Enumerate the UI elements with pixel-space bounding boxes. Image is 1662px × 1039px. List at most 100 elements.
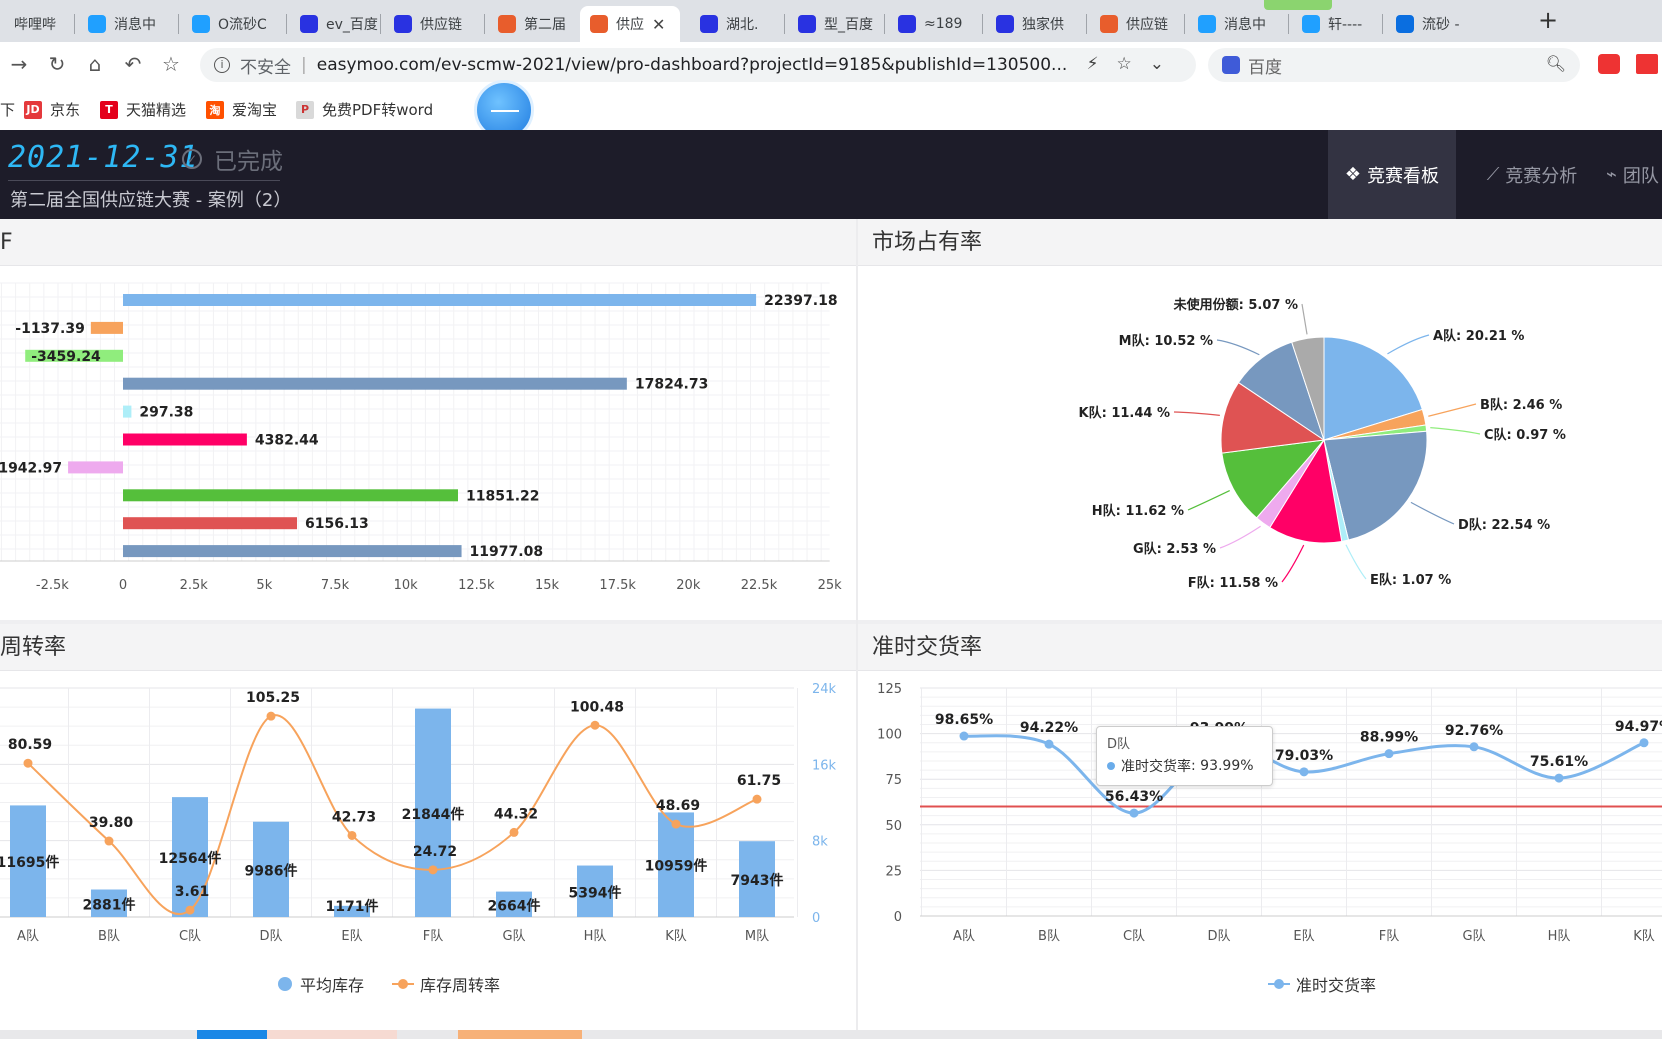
x-category-label: C队 bbox=[1123, 929, 1145, 944]
ontime-value-label: 88.99% bbox=[1360, 730, 1418, 746]
browser-tab[interactable]: ≈189 bbox=[888, 6, 978, 42]
bookmark-item[interactable]: T 天猫精选 bbox=[100, 99, 186, 120]
search-icon[interactable]: 🔍︎ bbox=[1546, 54, 1566, 73]
legend-avg-inventory[interactable]: 平均库存 bbox=[278, 972, 364, 996]
nav-tab-dashboard[interactable]: ❖ 竞赛看板 bbox=[1328, 130, 1456, 219]
undo-icon[interactable]: ↶ bbox=[120, 52, 146, 76]
search-box[interactable]: 百度 🔍︎ bbox=[1208, 48, 1580, 82]
browser-tab[interactable]: 哔哩哔 bbox=[4, 6, 74, 42]
browser-tab[interactable]: 型_百度 bbox=[788, 6, 880, 42]
tab-favicon-icon bbox=[1396, 15, 1414, 33]
y-tick-label: 50 bbox=[885, 819, 902, 834]
case-name: 第二届全国供应链大赛 - 案例（2） bbox=[10, 190, 292, 211]
browser-tab[interactable]: 第二届 bbox=[488, 6, 574, 42]
bookmark-item[interactable]: P 免费PDF转word bbox=[296, 99, 433, 120]
browser-tab[interactable]: 独家供 bbox=[986, 6, 1082, 42]
panel-title-turnover: 周转率 bbox=[0, 624, 856, 671]
tab-label: 消息中 bbox=[114, 17, 156, 33]
nav-tab-team[interactable]: ⌁ 团队 bbox=[1606, 130, 1662, 219]
forward-icon[interactable]: → bbox=[6, 52, 32, 76]
bar-value-label: -3459.24 bbox=[31, 349, 101, 365]
extension-icon[interactable] bbox=[1598, 54, 1620, 74]
bookmark-label: 京东 bbox=[50, 101, 81, 119]
turnover-point bbox=[752, 794, 762, 804]
baidu-paw-icon bbox=[1222, 56, 1240, 74]
tab-separator bbox=[982, 14, 983, 34]
tab-favicon-icon bbox=[996, 15, 1014, 33]
inventory-value-label: 12564件 bbox=[159, 850, 222, 867]
browser-tab[interactable]: 消息中 bbox=[78, 6, 174, 42]
x-category-label: B队 bbox=[1038, 929, 1060, 944]
x-category-label: K队 bbox=[665, 929, 687, 944]
address-row: → ↻ ⌂ ↶ ☆ i 不安全 | easymoo.com/ev-scmw-20… bbox=[0, 42, 1662, 88]
browser-tab[interactable]: 供应链 bbox=[1090, 6, 1180, 42]
tab-label: ≈189 bbox=[924, 16, 963, 32]
turnover-point bbox=[428, 865, 438, 875]
bookmark-star-icon[interactable]: ☆ bbox=[158, 52, 184, 76]
browser-tab[interactable]: O流砂C bbox=[182, 6, 282, 42]
pie-slice-label: D队: 22.54 % bbox=[1458, 518, 1550, 533]
turnover-value-label: 100.48 bbox=[570, 699, 624, 715]
bookmark-item[interactable]: 下 bbox=[0, 99, 15, 120]
browser-tab[interactable]: 消息中 bbox=[1188, 6, 1284, 42]
browser-tab[interactable]: 湖北. bbox=[690, 6, 780, 42]
x-category-label: G队 bbox=[502, 929, 525, 944]
address-separator: | bbox=[301, 55, 307, 75]
address-bar[interactable]: i 不安全 | easymoo.com/ev-scmw-2021/view/pr… bbox=[200, 48, 1196, 82]
bookmark-favicon-icon: P bbox=[296, 100, 314, 119]
inventory-value-label: 11695件 bbox=[0, 854, 59, 871]
tab-favicon-icon bbox=[898, 15, 916, 33]
bar bbox=[68, 461, 123, 474]
nav-tab-label: 团队 bbox=[1622, 165, 1659, 187]
tab-label: 供应链 bbox=[420, 17, 462, 33]
ontime-value-label: 92.76% bbox=[1445, 723, 1503, 739]
site-info-icon[interactable]: i bbox=[214, 57, 230, 73]
x-category-label: K队 bbox=[1633, 929, 1655, 944]
home-icon[interactable]: ⌂ bbox=[82, 52, 108, 76]
x-category-label: M队 bbox=[745, 929, 769, 944]
close-tab-icon[interactable]: ✕ bbox=[652, 15, 665, 34]
browser-tab[interactable]: 流砂 - bbox=[1386, 6, 1476, 42]
legend-ontime-rate[interactable]: 准时交货率 bbox=[1268, 972, 1376, 996]
url-text[interactable]: easymoo.com/ev-scmw-2021/view/pro-dashbo… bbox=[317, 55, 1068, 75]
new-tab-button[interactable]: + bbox=[1538, 6, 1558, 34]
bar bbox=[123, 294, 757, 306]
reload-icon[interactable]: ↻ bbox=[44, 52, 70, 76]
x-category-label: F队 bbox=[1379, 929, 1399, 944]
bookmark-item[interactable]: JD 京东 bbox=[24, 99, 80, 120]
tab-favicon-icon bbox=[300, 15, 318, 33]
x-tick-label: 12.5k bbox=[458, 578, 495, 593]
bar-value-label: 297.38 bbox=[139, 405, 193, 421]
pie-connector-line bbox=[1173, 411, 1220, 416]
x-tick-label: 20k bbox=[676, 578, 701, 593]
turnover-combo-chart: 0 8k 16k 24k 80.59 39.80 3.61 105.25 42.73 24.72 4… bbox=[0, 682, 837, 944]
pie-slice-label: G队: 2.53 % bbox=[1133, 542, 1216, 557]
ontime-point bbox=[959, 731, 969, 741]
turnover-value-label: 39.80 bbox=[89, 815, 134, 831]
nav-tab-analysis[interactable]: ⟋ 竞赛分析 bbox=[1466, 130, 1598, 219]
pdf-extension-icon[interactable] bbox=[1636, 54, 1658, 74]
pie-slice-label: E队: 1.07 % bbox=[1370, 573, 1451, 588]
x-category-label: A队 bbox=[953, 929, 975, 944]
browser-tab[interactable]: 供应链 bbox=[384, 6, 480, 42]
turnover-value-label: 44.32 bbox=[494, 806, 538, 822]
browser-tab[interactable]: ev_百度 bbox=[290, 6, 378, 42]
inventory-value-label: 21844件 bbox=[402, 806, 465, 823]
tab-separator bbox=[1288, 14, 1289, 34]
browser-tab[interactable]: 供应 ✕ bbox=[580, 6, 680, 42]
tab-separator bbox=[178, 14, 179, 34]
ontime-point bbox=[1554, 773, 1564, 783]
bookmark-label: 天猫精选 bbox=[126, 101, 187, 119]
x-category-label: D队 bbox=[1207, 929, 1230, 944]
bookmark-item[interactable]: 淘爱淘宝 bbox=[206, 99, 277, 120]
analysis-icon: ⟋ bbox=[1486, 164, 1500, 185]
status-indicator: ✓ 已完成 bbox=[182, 142, 283, 176]
x-tick-label: 5k bbox=[256, 578, 272, 593]
browser-tab[interactable]: 轩---- bbox=[1292, 6, 1378, 42]
legend-label: 准时交货率 bbox=[1296, 976, 1377, 995]
address-actions-icons[interactable]: ⚡☆⌄ bbox=[1087, 54, 1182, 74]
right-axis-tick-label: 24k bbox=[812, 682, 837, 697]
legend-turnover-rate[interactable]: 库存周转率 bbox=[392, 972, 500, 996]
y-tick-label: 0 bbox=[894, 910, 902, 925]
ontime-value-label: 75.61% bbox=[1530, 754, 1588, 770]
